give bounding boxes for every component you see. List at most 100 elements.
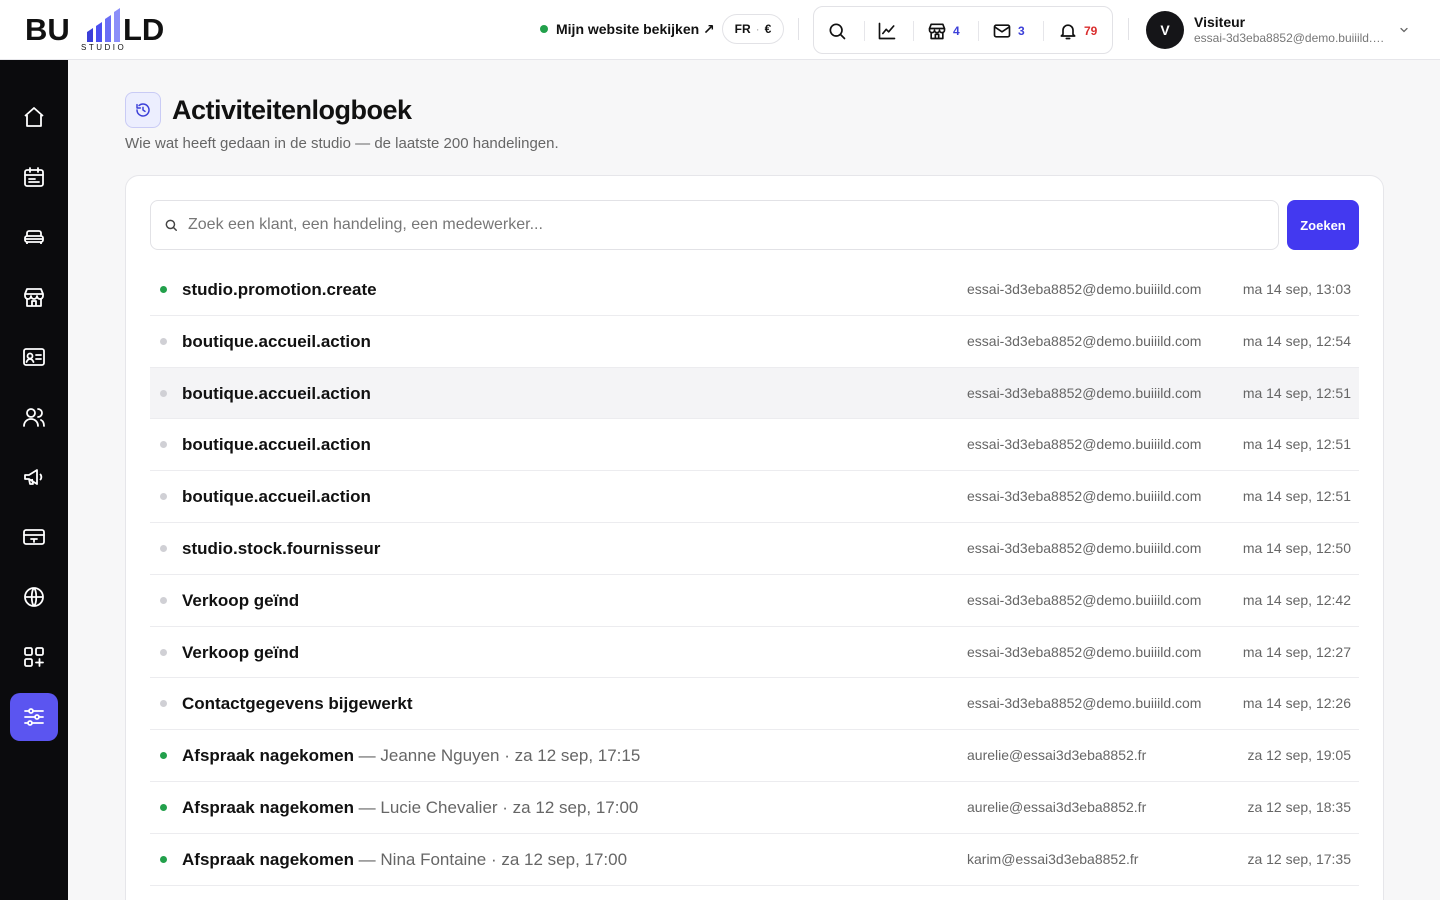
log-action: Afspraak nagekomen — [182, 797, 354, 817]
log-user: karim@essai3d3eba8852.fr — [967, 850, 1139, 867]
log-action: boutique.accueil.action — [182, 487, 371, 507]
search-field[interactable] — [150, 200, 1279, 250]
sofa-icon — [24, 230, 44, 244]
log-action: Verkoop geïnd — [182, 642, 300, 662]
chart-icon — [878, 22, 896, 40]
status-dot — [160, 752, 167, 760]
search-input[interactable] — [188, 216, 1248, 234]
build-studio-logo[interactable]: BU LD STUDIO — [25, 8, 185, 52]
status-dot — [160, 337, 167, 345]
log-row[interactable]: studio.promotion.create essai-3d3eba8852@… — [150, 264, 1359, 316]
status-dot — [160, 544, 167, 552]
log-timestamp: ma 14 sep, 12:51 — [1242, 436, 1351, 453]
log-row[interactable]: Verkoop geïnd essai-3d3eba8852@demo.buiii… — [150, 575, 1359, 627]
user-menu[interactable]: V Visiteur essai-3d3eba8852@demo.buiiild… — [1146, 10, 1416, 50]
divider — [798, 18, 799, 40]
view-website-link[interactable]: Mijn website bekijken ↗ — [540, 19, 715, 39]
svg-text:LD: LD — [123, 12, 164, 47]
activity-log-card: Zoeken studio.promotion.create essai-3d3e… — [125, 175, 1384, 900]
log-timestamp: za 12 sep, 18:35 — [1247, 798, 1351, 815]
log-action: boutique.accueil.action — [182, 331, 371, 351]
status-dot — [160, 648, 167, 656]
status-dot — [160, 389, 167, 397]
register-icon — [23, 529, 45, 545]
user-email: essai-3d3eba8852@demo.buiiild.com — [1194, 31, 1390, 45]
sidebar-item-clients[interactable] — [10, 393, 58, 441]
sidebar-item-website[interactable] — [10, 573, 58, 621]
megaphone-icon — [24, 469, 43, 485]
log-row[interactable]: Contactgegevens bijgewerkt essai-3d3eba88… — [150, 678, 1359, 731]
log-timestamp: ma 14 sep, 12:27 — [1242, 643, 1351, 660]
log-row[interactable]: boutique.accueil.action essai-3d3eba8852@… — [150, 367, 1359, 420]
bell-icon — [1060, 24, 1076, 40]
language-currency-selector[interactable]: FR · € — [722, 14, 784, 44]
log-user: essai-3d3eba8852@demo.buiiild.com — [967, 643, 1202, 660]
calendar-icon — [24, 167, 44, 187]
notifications-button[interactable]: 79 — [1058, 19, 1097, 43]
status-dot — [160, 493, 167, 501]
currency-symbol: € — [764, 22, 772, 36]
log-detail: — Lucie Chevalier · za 12 sep, 17:00 — [353, 797, 639, 817]
log-user: essai-3d3eba8852@demo.buiiild.com — [967, 488, 1202, 505]
notification-count-badge: 79 — [1084, 24, 1098, 38]
log-timestamp: ma 14 sep, 12:42 — [1242, 591, 1351, 608]
sidebar-item-contacts[interactable] — [10, 333, 58, 381]
log-timestamp: ma 14 sep, 12:51 — [1242, 384, 1351, 401]
apps-icon — [24, 647, 44, 667]
log-row[interactable]: boutique.accueil.action essai-3d3eba8852@… — [150, 316, 1359, 368]
log-timestamp: za 12 sep, 19:05 — [1247, 747, 1351, 764]
svg-text:BU: BU — [25, 12, 70, 47]
quick-tools: 4 3 79 — [813, 6, 1113, 54]
log-user: essai-3d3eba8852@demo.buiiild.com — [967, 384, 1202, 401]
page-title: Activiteitenlogboek — [172, 95, 412, 125]
divider — [1128, 18, 1129, 40]
log-detail: — Jeanne Nguyen · za 12 sep, 17:15 — [353, 746, 641, 766]
messages-button[interactable]: 3 — [992, 19, 1025, 43]
language-code: FR — [734, 22, 751, 36]
mail-count-badge: 3 — [1018, 24, 1025, 38]
history-icon — [136, 103, 150, 117]
log-row[interactable]: boutique.accueil.action essai-3d3eba8852@… — [150, 419, 1359, 472]
store-icon — [24, 288, 44, 307]
log-row[interactable]: Afspraak nagekomen — Nina Fontaine · za … — [150, 834, 1359, 886]
sidebar-item-home[interactable] — [10, 93, 58, 141]
sidebar-item-calendar[interactable] — [10, 153, 58, 201]
log-row[interactable]: studio.stock.fournisseur essai-3d3eba8852… — [150, 523, 1359, 575]
sidebar-item-services[interactable] — [10, 213, 58, 261]
search-button[interactable] — [827, 19, 847, 43]
sidebar-item-apps[interactable] — [10, 633, 58, 681]
logo-sub: STUDIO — [81, 43, 126, 52]
log-user: aurelie@essai3d3eba8852.fr — [967, 747, 1147, 764]
log-row[interactable]: Verkoop geïnd essai-3d3eba8852@demo.buiii… — [150, 627, 1359, 679]
activity-log-list: studio.promotion.create essai-3d3eba8852@… — [150, 264, 1359, 886]
log-detail: — Nina Fontaine · za 12 sep, 17:00 — [353, 849, 628, 869]
analytics-button[interactable] — [877, 19, 897, 43]
log-timestamp: ma 14 sep, 12:26 — [1242, 695, 1351, 712]
store-orders-button[interactable]: 4 — [927, 19, 960, 43]
user-name: Visiteur — [1194, 14, 1246, 30]
log-action: boutique.accueil.action — [182, 435, 371, 455]
contact-card-icon — [23, 348, 45, 366]
sidebar-item-shop[interactable] — [10, 273, 58, 321]
status-dot — [160, 596, 167, 604]
log-timestamp: ma 14 sep, 12:51 — [1242, 488, 1351, 505]
mail-icon — [993, 24, 1011, 38]
sidebar-item-settings[interactable] — [10, 693, 58, 741]
chevron-down-icon — [1400, 27, 1408, 33]
status-dot — [160, 855, 167, 863]
users-icon — [23, 408, 45, 427]
search-icon — [165, 219, 177, 231]
sidebar-item-register[interactable] — [10, 513, 58, 561]
store-count-badge: 4 — [953, 24, 960, 38]
sidebar-item-marketing[interactable] — [10, 453, 58, 501]
online-status-dot — [540, 25, 548, 33]
search-submit-button[interactable]: Zoeken — [1287, 200, 1359, 250]
log-user: essai-3d3eba8852@demo.buiiild.com — [967, 695, 1202, 712]
log-user: essai-3d3eba8852@demo.buiiild.com — [967, 332, 1202, 349]
log-row[interactable]: Afspraak nagekomen — Jeanne Nguyen · za … — [150, 730, 1359, 782]
status-dot — [160, 441, 167, 449]
log-row[interactable]: boutique.accueil.action essai-3d3eba8852@… — [150, 471, 1359, 523]
log-action: Verkoop geïnd — [182, 590, 300, 610]
log-row[interactable]: Afspraak nagekomen — Lucie Chevalier · z… — [150, 782, 1359, 834]
page-subtitle: Wie wat heeft gedaan in de studio — de l… — [125, 135, 559, 152]
